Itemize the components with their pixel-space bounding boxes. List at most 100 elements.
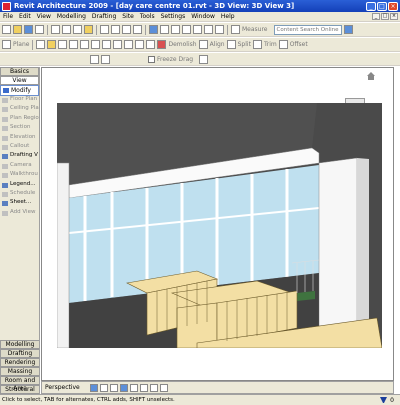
doc-restore-button[interactable]: □: [381, 13, 389, 20]
walkthrough-button[interactable]: Walkthrou: [0, 171, 39, 180]
undo-icon[interactable]: [100, 25, 109, 34]
menu-window[interactable]: Window: [188, 13, 218, 20]
revit-app-icon[interactable]: [2, 1, 11, 11]
minimize-button[interactable]: _: [366, 1, 376, 11]
cut-icon[interactable]: [51, 25, 60, 34]
dynamic-view-icon[interactable]: [193, 25, 202, 34]
group-icon[interactable]: [113, 40, 123, 49]
new-icon[interactable]: [2, 25, 11, 34]
ceiling-plan-button[interactable]: Ceiling Pla: [0, 105, 39, 114]
align-label[interactable]: Align: [210, 41, 225, 48]
sheet-button[interactable]: Sheet...: [0, 199, 39, 208]
copy-element-icon[interactable]: [58, 40, 68, 49]
show-crop-region-icon[interactable]: [139, 383, 148, 392]
demolish-label[interactable]: Demolish: [168, 41, 196, 48]
offset-label[interactable]: Offset: [290, 41, 308, 48]
plan-region-button[interactable]: Plan Regio: [0, 115, 39, 124]
filter-icon[interactable]: [380, 396, 388, 404]
close-button[interactable]: ×: [388, 1, 398, 11]
legend-button[interactable]: Legend...: [0, 181, 39, 190]
shadows-icon[interactable]: [99, 383, 108, 392]
tab-room-and-area[interactable]: Room and Area: [0, 376, 39, 392]
tab-view[interactable]: View: [0, 76, 39, 85]
menu-settings[interactable]: Settings: [158, 13, 189, 20]
section-button[interactable]: Section: [0, 124, 39, 133]
schedule-button[interactable]: Schedule: [0, 190, 39, 199]
split-label[interactable]: Split: [238, 41, 251, 48]
measure-label[interactable]: Measure: [242, 26, 268, 33]
match-icon[interactable]: [84, 25, 93, 34]
freeze-drag-checkbox[interactable]: [148, 55, 155, 63]
tab-massing[interactable]: Massing: [0, 367, 39, 376]
model-graphics-style-icon[interactable]: [89, 383, 98, 392]
sun-path-icon[interactable]: [109, 383, 118, 392]
copy-icon[interactable]: [62, 25, 71, 34]
plane-label[interactable]: Plane: [13, 41, 29, 48]
default-3d-view-icon[interactable]: [149, 25, 158, 34]
array-icon[interactable]: [91, 40, 101, 49]
align-icon[interactable]: [198, 40, 208, 49]
options-icon-2[interactable]: [101, 54, 110, 64]
menu-view[interactable]: View: [34, 13, 54, 20]
floor-plan-button[interactable]: Floor Plan: [0, 96, 39, 105]
options-icon-1[interactable]: [90, 54, 99, 64]
modify-button[interactable]: Modify: [0, 85, 39, 96]
3d-view-canvas[interactable]: RIGHT: [41, 67, 394, 381]
work-plane-icon[interactable]: [2, 40, 11, 49]
trim-label[interactable]: Trim: [264, 41, 277, 48]
menu-file[interactable]: File: [0, 13, 16, 20]
camera-button[interactable]: Camera: [0, 162, 39, 171]
measure-icon[interactable]: [231, 25, 240, 34]
menu-modelling[interactable]: Modelling: [54, 13, 89, 20]
tab-structural[interactable]: Structural: [0, 385, 39, 394]
doc-minimize-button[interactable]: _: [372, 13, 380, 20]
tab-rendering[interactable]: Rendering: [0, 358, 39, 367]
search-go-icon[interactable]: [343, 25, 353, 34]
callout-button[interactable]: Callout: [0, 143, 39, 152]
elevation-button[interactable]: Elevation: [0, 134, 39, 143]
content-search-input[interactable]: Content Search Online: [273, 24, 342, 35]
tab-modelling[interactable]: Modelling: [0, 340, 39, 349]
menu-drafting[interactable]: Drafting: [89, 13, 119, 20]
zoom-region-icon[interactable]: [182, 25, 191, 34]
delete-icon[interactable]: [146, 40, 156, 49]
menu-edit[interactable]: Edit: [16, 13, 34, 20]
trim-icon[interactable]: [252, 40, 262, 49]
filter-options-icon[interactable]: [199, 54, 209, 64]
resize-icon[interactable]: [102, 40, 112, 49]
doc-close-button[interactable]: ×: [390, 13, 398, 20]
hide-isolate-icon[interactable]: [149, 383, 158, 392]
add-view-button[interactable]: Add View: [0, 209, 39, 218]
zoom-icon[interactable]: [171, 25, 180, 34]
home-view-icon[interactable]: [367, 72, 375, 80]
rotate-icon[interactable]: [69, 40, 79, 49]
select-icon[interactable]: [36, 40, 46, 49]
reveal-hidden-icon[interactable]: [159, 383, 168, 392]
print-icon[interactable]: [35, 25, 44, 34]
menu-help[interactable]: Help: [218, 13, 238, 20]
thin-lines-icon[interactable]: [215, 25, 224, 34]
split-icon[interactable]: [226, 40, 236, 49]
save-icon[interactable]: [24, 25, 33, 34]
freeze-drag-option[interactable]: Freeze Drag: [148, 55, 193, 63]
demolish-icon[interactable]: [157, 40, 167, 49]
offset-icon[interactable]: [278, 40, 288, 49]
camera-icon[interactable]: [160, 25, 169, 34]
crop-view-icon[interactable]: [129, 383, 138, 392]
worksets-icon[interactable]: [133, 25, 142, 34]
tab-basics[interactable]: Basics: [0, 67, 39, 76]
tab-drafting[interactable]: Drafting: [0, 349, 39, 358]
maximize-button[interactable]: □: [377, 1, 387, 11]
lock-icon[interactable]: [124, 40, 134, 49]
mirror-icon[interactable]: [80, 40, 90, 49]
menu-tools[interactable]: Tools: [137, 13, 158, 20]
shading-icon[interactable]: [204, 25, 213, 34]
move-icon[interactable]: [47, 40, 57, 49]
show-rendering-dialog-icon[interactable]: [119, 383, 128, 392]
open-icon[interactable]: [13, 25, 22, 34]
unlock-icon[interactable]: [135, 40, 145, 49]
drafting-view-button[interactable]: Drafting V: [0, 152, 39, 161]
paste-icon[interactable]: [73, 25, 82, 34]
redo-icon[interactable]: [111, 25, 120, 34]
menu-site[interactable]: Site: [119, 13, 137, 20]
